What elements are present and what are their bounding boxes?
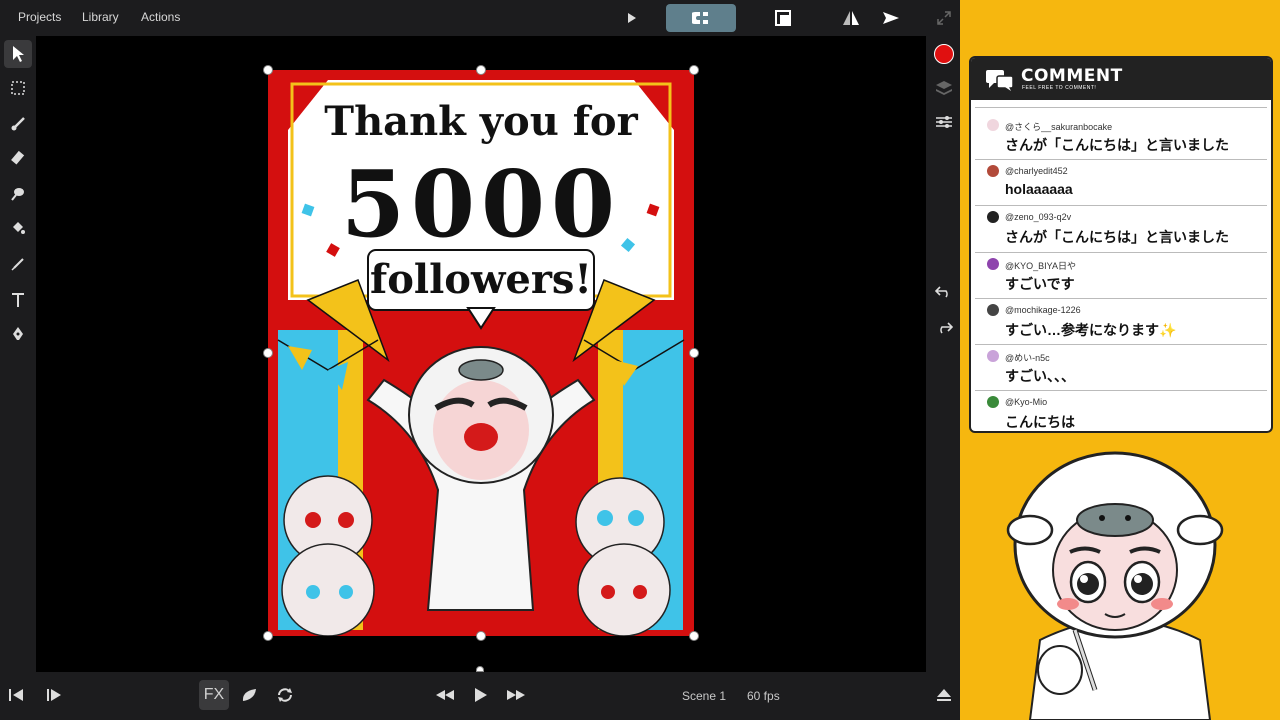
redo-icon[interactable]	[935, 320, 954, 339]
layers-icon[interactable]	[935, 80, 953, 101]
brush-icon[interactable]	[4, 110, 32, 138]
transform-handle[interactable]	[476, 631, 486, 641]
transform-handle[interactable]	[476, 65, 486, 75]
pen-tool-icon[interactable]	[4, 320, 32, 348]
artwork-image[interactable]: Thank you for 5000 followers!	[268, 70, 694, 636]
animation-app: Projects Library Actions Thank you for 5…	[0, 0, 960, 720]
top-toolbar: Projects Library Actions	[0, 0, 960, 36]
timeline-toggle-icon[interactable]	[934, 680, 954, 710]
comment-item: @Kyo-Mio こんにちは	[975, 391, 1267, 431]
comment-message: すごいです	[1005, 275, 1075, 292]
comment-subtitle: FEEL FREE TO COMMENT!	[1022, 85, 1097, 91]
text-tool-icon[interactable]	[4, 286, 32, 314]
comment-username: @KYO_BIYA日や	[1005, 260, 1076, 271]
eraser-icon[interactable]	[4, 144, 32, 172]
comment-item: @KYO_BIYA日やすごいです	[975, 253, 1267, 299]
flip-icon[interactable]	[840, 4, 862, 32]
comment-message: さんが「こんにちは」と言いました	[1005, 229, 1229, 246]
fast-forward-icon[interactable]	[505, 680, 527, 710]
loop-icon[interactable]	[274, 680, 296, 710]
adjustments-icon[interactable]	[935, 114, 953, 135]
scene-label[interactable]: Scene 1	[682, 689, 726, 703]
smudge-icon[interactable]	[4, 180, 32, 208]
comment-item: @mochikage-1226 すごい…参考になります✨	[975, 299, 1267, 345]
magnet-icon	[692, 12, 708, 24]
menu-projects[interactable]: Projects	[18, 10, 61, 24]
eyedropper-icon[interactable]	[4, 250, 32, 278]
fill-bucket-icon[interactable]	[4, 214, 32, 242]
comment-panel: COMMENT FEEL FREE TO COMMENT! @さくら__saku…	[969, 56, 1273, 433]
user-avatar-icon	[987, 165, 999, 178]
comment-username: @さくら__sakuranbocake	[1005, 122, 1113, 132]
user-avatar-icon	[987, 303, 999, 316]
undo-icon[interactable]	[934, 284, 953, 303]
comment-message: holaaaaaa	[1005, 181, 1073, 198]
comment-message: すごい、、、	[1005, 367, 1075, 384]
play-icon[interactable]	[471, 680, 491, 710]
transform-handle[interactable]	[263, 348, 273, 358]
transform-handle[interactable]	[263, 631, 273, 641]
next-frame-icon[interactable]	[44, 680, 64, 710]
fps-label[interactable]: 60 fps	[747, 689, 780, 703]
comment-username: @Kyo-Mio	[1005, 397, 1048, 408]
comment-header: COMMENT FEEL FREE TO COMMENT!	[971, 58, 1271, 100]
select-arrow-icon[interactable]	[4, 40, 32, 68]
transform-handle[interactable]	[689, 65, 699, 75]
comment-username: @mochikage-1226	[1005, 304, 1081, 315]
artwork-line-2: 5000	[340, 150, 622, 258]
user-avatar-icon	[987, 349, 999, 362]
magnet-snap-button[interactable]	[666, 4, 736, 32]
comment-item: @charlyedit452 holaaaaaa	[975, 160, 1267, 207]
user-avatar-icon	[987, 119, 999, 131]
comment-item: @めい-n5c すごい、、、	[975, 345, 1267, 392]
transform-handle[interactable]	[263, 65, 273, 75]
rewind-icon[interactable]	[434, 680, 456, 710]
canvas-frame-icon[interactable]	[772, 4, 794, 32]
comment-username: @めい-n5c	[1005, 352, 1050, 363]
fx-button[interactable]: FX	[199, 680, 229, 710]
comment-list[interactable]: @さくら__sakuranbocake さんが「こんにちは」と言いました @char…	[971, 114, 1271, 431]
artwork-line-1: Thank you for	[324, 98, 638, 145]
comment-item: @zeno_093-q2v さんが「こんにちは」と言いました	[975, 206, 1267, 253]
user-avatar-icon	[987, 396, 999, 409]
chat-bubbles-icon	[985, 69, 1015, 96]
transform-handle[interactable]	[689, 348, 699, 358]
user-avatar-icon	[987, 211, 999, 224]
comment-username: @zeno_093-q2v	[1005, 212, 1072, 223]
comment-message: さんが「こんにちは」と言いました	[1005, 137, 1229, 153]
right-toolbar	[926, 36, 960, 672]
expand-icon[interactable]	[934, 4, 954, 32]
user-avatar-icon	[987, 257, 999, 270]
menu-actions[interactable]: Actions	[141, 10, 180, 24]
comment-message: すごい…参考になります✨	[1005, 321, 1177, 338]
bottom-timeline-bar: FX Scene 1 60 fps	[0, 672, 960, 720]
comment-title: COMMENT	[1021, 66, 1123, 86]
left-toolbar	[0, 36, 36, 672]
menu-library[interactable]: Library	[82, 10, 119, 24]
scrolled-comment-fragment	[975, 100, 1267, 108]
play-preview-icon[interactable]	[622, 4, 642, 32]
marquee-select-icon[interactable]	[4, 74, 32, 102]
record-button[interactable]	[934, 44, 954, 64]
previous-frame-icon[interactable]	[6, 680, 26, 710]
comment-item: @さくら__sakuranbocake さんが「こんにちは」と言いました	[975, 114, 1267, 161]
comment-message: こんにちは	[1005, 414, 1075, 431]
send-icon[interactable]	[880, 4, 902, 32]
comment-username: @charlyedit452	[1005, 166, 1068, 177]
artwork-line-3: followers!	[370, 256, 592, 303]
transform-handle[interactable]	[689, 631, 699, 641]
onion-skin-icon[interactable]	[238, 680, 260, 710]
